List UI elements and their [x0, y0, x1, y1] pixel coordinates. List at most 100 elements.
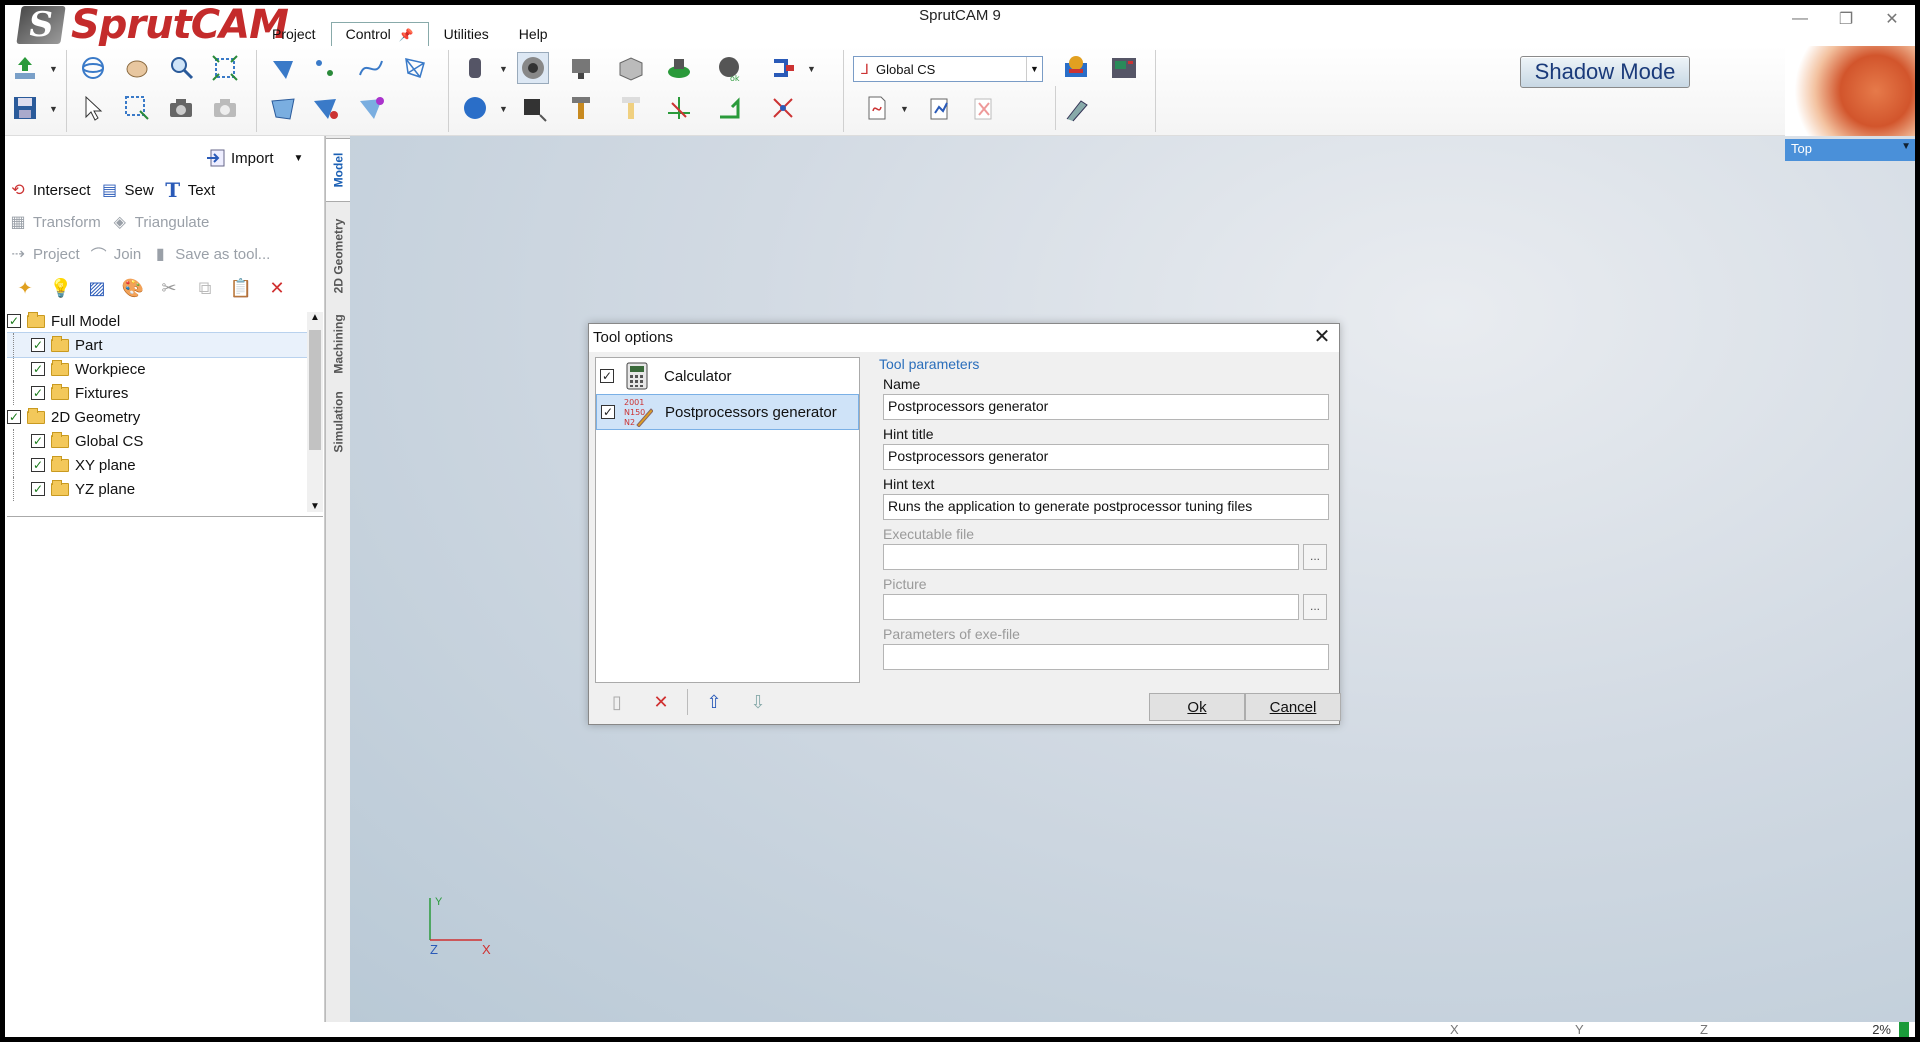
rotate-view-icon[interactable] [77, 52, 109, 84]
new-tool-icon[interactable]: ▯ [595, 687, 639, 717]
tree-item-full-model[interactable]: ✓ Full Model [7, 309, 307, 333]
report-icon[interactable] [924, 92, 956, 124]
shadow-mode-button[interactable]: Shadow Mode [1520, 56, 1690, 88]
tab-machining[interactable]: Machining [326, 306, 351, 382]
select-chain-icon[interactable] [355, 92, 387, 124]
copy-icon[interactable]: ⧉ [187, 274, 223, 302]
text-button[interactable]: T Text [162, 178, 215, 202]
stock-icon[interactable] [615, 52, 647, 84]
pin-icon[interactable]: 📌 [399, 28, 414, 42]
tab-2d-geometry[interactable]: 2D Geometry [326, 208, 351, 304]
cnc-machine-icon[interactable] [1108, 52, 1140, 84]
new-layer-icon[interactable]: ✦ [7, 274, 43, 302]
import-button[interactable]: Import [205, 147, 274, 169]
tree-checkbox[interactable]: ✓ [31, 482, 45, 496]
move-up-icon[interactable]: ⇧ [692, 687, 736, 717]
select-shape-icon[interactable] [309, 92, 341, 124]
open-dropdown-icon[interactable]: ▼ [49, 64, 58, 74]
tree-item-2d-geometry[interactable]: ✓ 2D Geometry [7, 405, 307, 429]
delete-icon[interactable]: ✕ [259, 274, 295, 302]
scroll-down-icon[interactable]: ▼ [307, 501, 323, 512]
tool-item-calculator[interactable]: ✓ Calculator [596, 358, 859, 394]
light-bulb-icon[interactable]: 💡 [43, 274, 79, 302]
hint-text-field[interactable]: Runs the application to generate postpro… [883, 494, 1329, 520]
cancel-button[interactable]: Cancel [1245, 693, 1341, 721]
operation-green-icon[interactable] [663, 52, 695, 84]
delete-tool-icon[interactable]: ✕ [639, 687, 683, 717]
name-field[interactable]: Postprocessors generator [883, 394, 1329, 420]
pan-hand-icon[interactable] [121, 52, 153, 84]
menu-control[interactable]: Control 📌 [330, 22, 429, 46]
minimize-button[interactable]: — [1777, 5, 1823, 33]
green-arrow-icon[interactable] [713, 92, 745, 124]
axis-icon[interactable] [663, 92, 695, 124]
properties-icon[interactable]: ▨ [79, 274, 115, 302]
scroll-thumb[interactable] [309, 330, 321, 450]
menu-project[interactable]: Project [257, 22, 331, 46]
coordinate-system-select[interactable]: ⅃ Global CS ▼ [853, 56, 1043, 82]
chevron-down-icon[interactable]: ▼ [1026, 57, 1042, 81]
tool-item-postprocessors-generator[interactable]: ✓ 2001 N150 N2 Postprocessors generator [596, 394, 859, 430]
tree-item-xy-plane[interactable]: ✓ XY plane [7, 453, 307, 477]
drill-light-icon[interactable] [615, 92, 647, 124]
tree-item-yz-plane[interactable]: ✓ YZ plane [7, 477, 307, 501]
tree-item-fixtures[interactable]: ✓ Fixtures [7, 381, 307, 405]
triangulate-button[interactable]: ◈ Triangulate [109, 211, 210, 233]
hint-title-field[interactable]: Postprocessors generator [883, 444, 1329, 470]
fit-all-icon[interactable] [209, 52, 241, 84]
scissors-icon[interactable]: ✂ [151, 274, 187, 302]
operation-blue-icon[interactable] [459, 92, 491, 124]
operation-ok-icon[interactable]: ok [713, 52, 745, 84]
view-select[interactable]: Top ▼ [1785, 139, 1915, 161]
tool-checkbox[interactable]: ✓ [601, 405, 615, 419]
operation-dropdown-icon[interactable]: ▼ [499, 104, 508, 114]
save-icon[interactable] [9, 92, 41, 124]
magnet-icon[interactable] [767, 52, 799, 84]
camera-icon[interactable] [165, 92, 197, 124]
drill-icon[interactable] [565, 92, 597, 124]
select-curves-icon[interactable] [355, 52, 387, 84]
tree-item-workpiece[interactable]: ✓ Workpiece [7, 357, 307, 381]
caliper-icon[interactable] [1060, 92, 1092, 124]
scroll-up-icon[interactable]: ▲ [307, 312, 323, 323]
report-disabled-icon[interactable] [968, 92, 1000, 124]
select-faces-icon[interactable] [267, 52, 299, 84]
executable-file-field[interactable] [883, 544, 1299, 570]
cross-arrows-icon[interactable] [767, 92, 799, 124]
tab-model[interactable]: Model [326, 138, 351, 202]
tree-checkbox[interactable]: ✓ [31, 386, 45, 400]
browse-executable-button[interactable]: ... [1303, 544, 1327, 570]
transform-button[interactable]: ▦ Transform [7, 211, 100, 233]
workpiece-dropdown-icon[interactable]: ▼ [499, 64, 508, 74]
browse-picture-button[interactable]: ... [1303, 594, 1327, 620]
join-button[interactable]: ⌒ Join [88, 243, 142, 266]
tree-checkbox[interactable]: ✓ [7, 410, 21, 424]
simulation-3d-icon[interactable] [1060, 52, 1092, 84]
pdf-dropdown-icon[interactable]: ▼ [900, 104, 909, 114]
tree-checkbox[interactable]: ✓ [31, 338, 45, 352]
move-down-icon[interactable]: ⇩ [736, 687, 780, 717]
project-button[interactable]: ⇢ Project [7, 243, 79, 265]
menu-utilities[interactable]: Utilities [429, 22, 504, 46]
tool-holder-icon[interactable] [565, 52, 597, 84]
tree-checkbox[interactable]: ✓ [31, 362, 45, 376]
import-dropdown-icon[interactable]: ▼ [294, 153, 304, 164]
sew-button[interactable]: ▤ Sew [99, 179, 154, 201]
tree-checkbox[interactable]: ✓ [31, 434, 45, 448]
select-mesh-icon[interactable] [399, 52, 431, 84]
exe-parameters-field[interactable] [883, 644, 1329, 670]
machine-setup-icon[interactable] [517, 52, 549, 84]
tool-path-icon[interactable] [517, 92, 549, 124]
tree-checkbox[interactable]: ✓ [31, 458, 45, 472]
chevron-down-icon[interactable]: ▼ [1901, 141, 1911, 152]
save-as-tool-button[interactable]: ▮ Save as tool... [149, 243, 270, 265]
tree-item-global-cs[interactable]: ✓ Global CS [7, 429, 307, 453]
magnet-dropdown-icon[interactable]: ▼ [807, 64, 816, 74]
palette-icon[interactable]: 🎨 [115, 274, 151, 302]
zoom-icon[interactable] [165, 52, 197, 84]
workpiece-cylinder-icon[interactable] [459, 52, 491, 84]
picture-field[interactable] [883, 594, 1299, 620]
tool-checkbox[interactable]: ✓ [600, 369, 614, 383]
camera-disabled-icon[interactable] [209, 92, 241, 124]
menu-help[interactable]: Help [504, 22, 563, 46]
